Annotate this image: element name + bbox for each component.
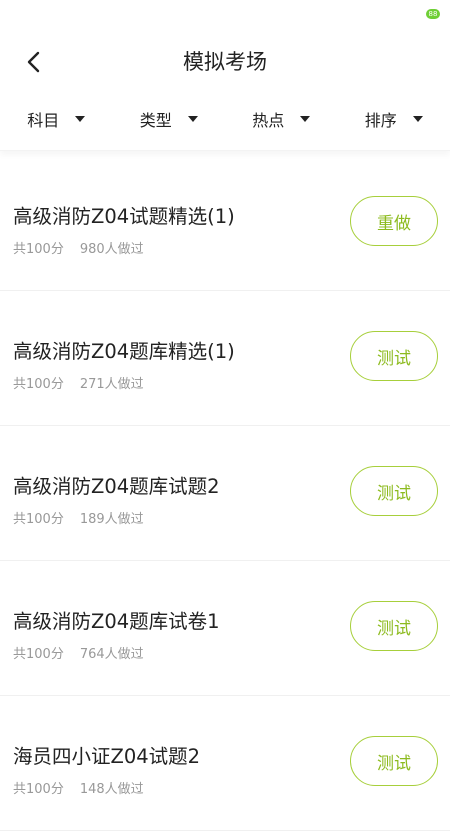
exam-count: 980人做过 <box>80 242 144 257</box>
filter-type[interactable]: 类型 <box>113 107 226 133</box>
exam-count: 189人做过 <box>80 512 144 527</box>
exam-count: 148人做过 <box>80 782 144 797</box>
caret-down-icon <box>413 116 423 122</box>
redo-button[interactable]: 重做 <box>350 196 438 246</box>
exam-score: 共100分 <box>13 377 64 392</box>
exam-score: 共100分 <box>13 512 64 527</box>
exam-score: 共100分 <box>13 242 64 257</box>
exam-list: 高级消防Z04试题精选(1) 共100分 980人做过 重做 高级消防Z04题库精… <box>0 156 450 831</box>
filter-label: 科目 <box>27 107 59 131</box>
filter-bar: 科目 类型 热点 排序 <box>0 90 450 151</box>
exam-meta: 共100分 980人做过 <box>13 238 144 257</box>
list-item[interactable]: 高级消防Z04题库试卷1 共100分 764人做过 测试 <box>0 561 450 696</box>
exam-count: 271人做过 <box>80 377 144 392</box>
filter-label: 排序 <box>365 107 397 131</box>
filter-hot[interactable]: 热点 <box>225 107 338 133</box>
exam-title: 高级消防Z04试题精选(1) <box>13 200 235 229</box>
test-button[interactable]: 测试 <box>350 736 438 786</box>
list-item[interactable]: 高级消防Z04题库试题2 共100分 189人做过 测试 <box>0 426 450 561</box>
exam-meta: 共100分 764人做过 <box>13 643 144 662</box>
filter-subject[interactable]: 科目 <box>0 107 113 133</box>
exam-title: 高级消防Z04题库精选(1) <box>13 335 235 364</box>
list-item[interactable]: 高级消防Z04试题精选(1) 共100分 980人做过 重做 <box>0 156 450 291</box>
filter-sort[interactable]: 排序 <box>338 107 450 133</box>
test-button[interactable]: 测试 <box>350 466 438 516</box>
list-item[interactable]: 海员四小证Z04试题2 共100分 148人做过 测试 <box>0 696 450 831</box>
caret-down-icon <box>188 116 198 122</box>
exam-meta: 共100分 189人做过 <box>13 508 144 527</box>
exam-count: 764人做过 <box>80 647 144 662</box>
page-title: 模拟考场 <box>0 46 450 76</box>
caret-down-icon <box>300 116 310 122</box>
exam-score: 共100分 <box>13 782 64 797</box>
test-button[interactable]: 测试 <box>350 601 438 651</box>
filter-label: 类型 <box>140 107 172 131</box>
caret-down-icon <box>75 116 85 122</box>
exam-title: 高级消防Z04题库试题2 <box>13 470 220 499</box>
exam-title: 海员四小证Z04试题2 <box>13 740 200 769</box>
battery-icon: 88 <box>426 9 440 19</box>
header: 模拟考场 <box>0 30 450 90</box>
list-item[interactable]: 高级消防Z04题库精选(1) 共100分 271人做过 测试 <box>0 291 450 426</box>
exam-score: 共100分 <box>13 647 64 662</box>
exam-title: 高级消防Z04题库试卷1 <box>13 605 220 634</box>
exam-meta: 共100分 271人做过 <box>13 373 144 392</box>
test-button[interactable]: 测试 <box>350 331 438 381</box>
status-bar: 88 <box>0 0 450 30</box>
exam-meta: 共100分 148人做过 <box>13 778 144 797</box>
filter-label: 热点 <box>252 107 284 131</box>
